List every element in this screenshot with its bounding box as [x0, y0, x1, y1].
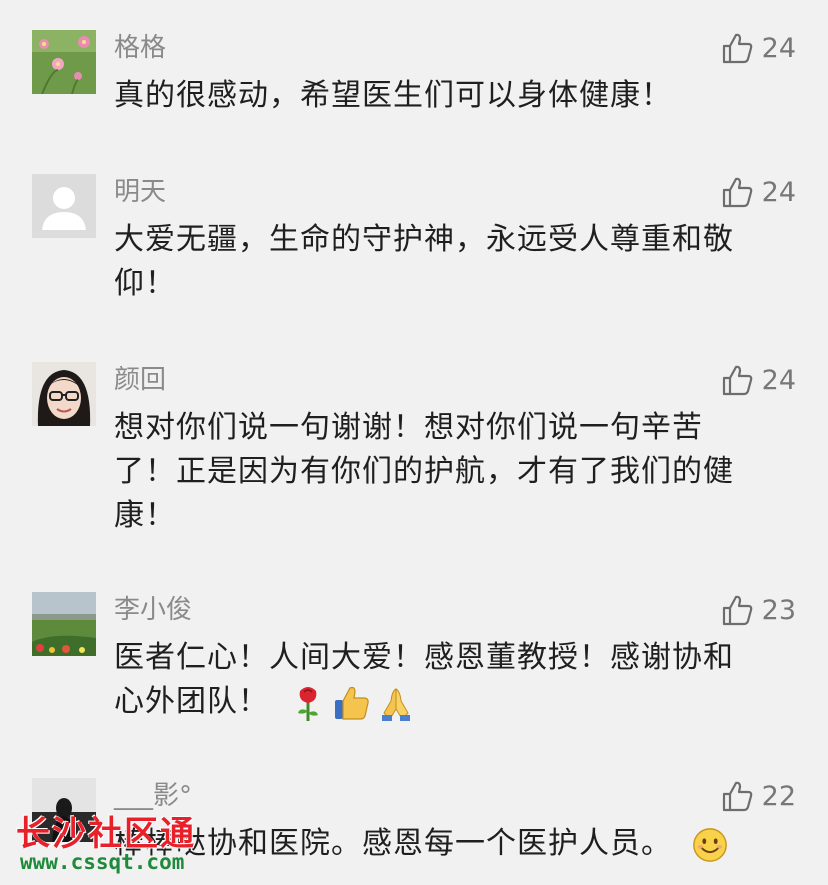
default-user-avatar [32, 174, 96, 238]
comment-line: 医者仁心！人间大爱！感恩董教授！感谢协和 [114, 640, 734, 675]
thumbs-up-outline-icon [722, 365, 752, 396]
avatar[interactable] [32, 362, 96, 426]
pink-flowers-avatar [32, 30, 96, 94]
like-count: 24 [761, 32, 796, 64]
comment-text: 大爱无疆，生命的守护神，永远受人尊重和敬 仰！ [114, 218, 794, 306]
avatar[interactable] [32, 592, 96, 656]
like-count: 24 [761, 364, 796, 396]
comment-line: 大爱无疆，生命的守护神，永远受人尊重和敬 [114, 222, 734, 257]
comment-text: 想对你们说一句谢谢！想对你们说一句辛苦 了！正是因为有你们的护航，才有了我们的健… [114, 406, 794, 538]
comment-line: 真的很感动，希望医生们可以身体健康！ [114, 78, 672, 113]
like-count: 24 [761, 176, 796, 208]
like-button[interactable]: 24 [720, 362, 796, 398]
comment-line: 心外团队！ [114, 684, 269, 719]
username[interactable]: 格格 [114, 32, 166, 64]
like-count: 23 [761, 594, 796, 626]
praying-hands-emoji [381, 687, 410, 721]
like-button[interactable]: 24 [720, 174, 796, 210]
landscape-avatar [32, 592, 96, 656]
username[interactable]: 颜回 [114, 364, 166, 396]
watermark-name: 长沙社区通 [16, 814, 196, 854]
like-button[interactable]: 24 [720, 30, 796, 66]
rose-emoji [297, 686, 318, 721]
thumbs-up-outline-icon [722, 33, 752, 64]
comment-text: 医者仁心！人间大爱！感恩董教授！感谢协和 心外团队！ [114, 636, 794, 724]
comment-line: 康！ [114, 498, 176, 533]
comment-line: 仰！ [114, 266, 176, 301]
username[interactable]: 李小俊 [114, 594, 192, 626]
comment-text: 真的很感动，希望医生们可以身体健康！ [114, 74, 794, 118]
emoji-group [288, 683, 416, 723]
avatar[interactable] [32, 174, 96, 238]
thumbs-up-outline-icon [722, 595, 752, 626]
like-button[interactable]: 22 [720, 778, 796, 814]
like-button[interactable]: 23 [720, 592, 796, 628]
thumbs-up-emoji [334, 686, 369, 720]
woman-glasses-avatar [32, 362, 96, 426]
comment-line-with-emoji: 心外团队！ [114, 680, 794, 724]
smile-emoji [692, 827, 727, 862]
watermark-url: www.cssqt.com [20, 850, 185, 874]
like-count: 22 [761, 780, 796, 812]
thumbs-up-outline-icon [722, 177, 752, 208]
comment-line: 想对你们说一句谢谢！想对你们说一句辛苦 [114, 410, 703, 445]
thumbs-up-outline-icon [722, 781, 752, 812]
watermark: 长沙社区通 www.cssqt.com [10, 806, 230, 878]
username[interactable]: 明天 [114, 176, 166, 208]
comment-line: 了！正是因为有你们的护航，才有了我们的健 [114, 454, 734, 489]
avatar[interactable] [32, 30, 96, 94]
